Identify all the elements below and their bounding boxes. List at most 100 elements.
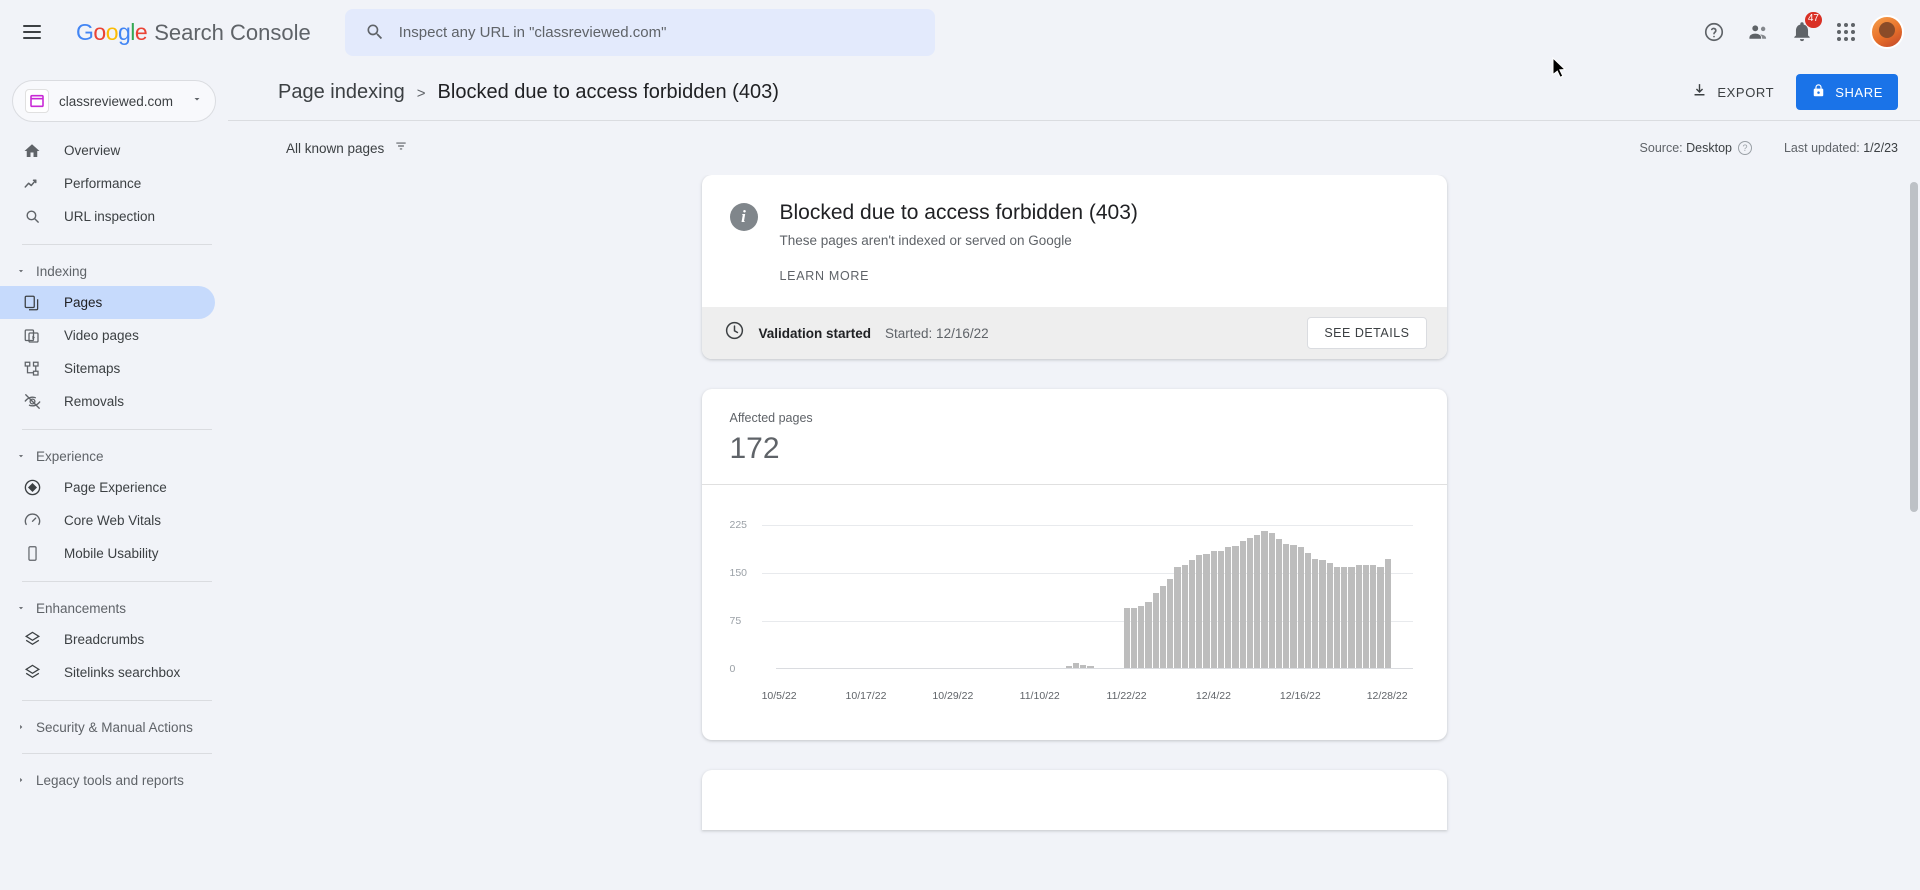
sidebar-item-pages[interactable]: Pages [0, 286, 215, 319]
sidebar-item-performance[interactable]: Performance [0, 167, 215, 200]
sidebar-section-label-enhancements: Enhancements [36, 600, 127, 616]
sidebar-label-sitelinks-searchbox: Sitelinks searchbox [64, 665, 181, 680]
caret-down-icon [14, 266, 28, 276]
chart-bar [1377, 566, 1384, 669]
chart-bar [1254, 534, 1261, 669]
known-pages-filter[interactable]: All known pages [278, 133, 416, 164]
last-updated: Last updated: 1/2/23 [1784, 141, 1898, 155]
top-app-bar: Google Search Console Inspect any URL in… [0, 0, 1920, 64]
sidebar-item-mobile-usability[interactable]: Mobile Usability [0, 537, 215, 570]
source-value: Desktop [1686, 141, 1732, 155]
sidebar-section-security-manual-actions[interactable]: Security & Manual Actions [0, 712, 228, 742]
sidebar-label-mobile-usability: Mobile Usability [64, 546, 159, 561]
hamburger-menu-button[interactable] [8, 8, 56, 56]
chart-bar [1370, 565, 1377, 669]
breadcrumb-separator: > [416, 84, 426, 102]
breadcrumb-parent[interactable]: Page indexing [278, 81, 405, 104]
chart-y-tick: 150 [729, 567, 748, 579]
export-button[interactable]: EXPORT [1679, 74, 1786, 110]
sidebar-item-sitelinks-searchbox[interactable]: Sitelinks searchbox [0, 656, 215, 689]
sidebar-item-video-pages[interactable]: Video pages [0, 319, 215, 352]
validation-status: Validation started Started: 12/16/22 [724, 320, 989, 346]
main-content: Page indexing > Blocked due to access fo… [228, 64, 1920, 890]
validation-title: Validation started [758, 325, 872, 341]
page-header: Page indexing > Blocked due to access fo… [228, 64, 1920, 120]
sidebar-divider [22, 581, 212, 582]
sidebar-item-removals[interactable]: Removals [0, 385, 215, 418]
share-button[interactable]: SHARE [1796, 74, 1898, 110]
learn-more-link[interactable]: LEARN MORE [780, 269, 870, 283]
brand-logo[interactable]: Google Search Console [76, 19, 311, 46]
validation-started-date: Started: 12/16/22 [885, 325, 989, 341]
chart-bar [1138, 606, 1145, 669]
sidebar-section-enhancements[interactable]: Enhancements [0, 593, 228, 623]
sidebar-item-url-inspection[interactable]: URL inspection [0, 200, 215, 233]
chart-bar [1232, 546, 1239, 669]
header-actions: EXPORT SHARE [1679, 74, 1898, 110]
chart-bar [1188, 560, 1195, 669]
chart-x-tick: 11/10/22 [1019, 690, 1060, 702]
appbar-actions: 47 [1694, 12, 1920, 52]
help-button[interactable] [1694, 12, 1734, 52]
notifications-button[interactable]: 47 [1782, 12, 1822, 52]
sidebar-item-breadcrumbs[interactable]: Breadcrumbs [0, 623, 215, 656]
download-icon [1691, 82, 1708, 102]
see-details-button[interactable]: SEE DETAILS [1307, 317, 1427, 349]
info-circle-icon: i [729, 203, 758, 231]
chart-x-axis-line [775, 668, 1413, 669]
chart-bar [1203, 553, 1210, 669]
status-card-body: i Blocked due to access forbidden (403) … [702, 175, 1447, 307]
help-circle-icon[interactable]: ? [1737, 141, 1752, 155]
chart-x-tick: 11/22/22 [1106, 690, 1147, 702]
lock-icon [1811, 83, 1826, 101]
logo-letter-g2: g [117, 18, 131, 45]
sidebar-label-overview: Overview [64, 143, 121, 158]
sidebar-section-experience[interactable]: Experience [0, 441, 228, 471]
logo-letter-o2: o [105, 18, 119, 45]
search-input[interactable] [398, 23, 899, 41]
chart-bar [1152, 593, 1159, 669]
logo-letter-g: G [76, 18, 94, 45]
status-card-text: Blocked due to access forbidden (403) Th… [780, 201, 1138, 285]
chart-bar [1261, 531, 1268, 669]
chart-x-tick: 12/28/22 [1366, 690, 1408, 702]
accounts-switch-button[interactable] [1738, 12, 1778, 52]
google-apps-button[interactable] [1826, 12, 1866, 52]
url-inspection-search-box[interactable] [344, 8, 935, 56]
sidebar-item-page-experience[interactable]: Page Experience [0, 471, 215, 504]
affected-pages-bar-chart[interactable]: 0 75 150 225 [730, 509, 1419, 684]
sidebar-item-core-web-vitals[interactable]: Core Web Vitals [0, 504, 215, 537]
sidebar-item-sitemaps[interactable]: Sitemaps [0, 352, 215, 385]
google-logo: Google [76, 18, 148, 46]
vertical-scrollbar[interactable] [1910, 182, 1918, 512]
chart-bar [1275, 539, 1282, 669]
trending-up-icon [22, 174, 42, 194]
chart-bar [1246, 537, 1253, 669]
chart-bar [1326, 563, 1333, 669]
filter-label: All known pages [286, 140, 385, 156]
sidebar-section-label-legacy: Legacy tools and reports [36, 772, 184, 788]
chart-bar [1341, 566, 1348, 669]
sidebar-item-overview[interactable]: Overview [0, 134, 215, 167]
sidebar-label-video-pages: Video pages [64, 328, 139, 343]
chart-y-tick: 225 [729, 519, 748, 531]
sidebar-label-core-web-vitals: Core Web Vitals [64, 513, 162, 528]
avatar-face [1879, 21, 1895, 38]
source-prefix: Source: [1639, 141, 1683, 155]
chart-x-tick: 12/16/22 [1279, 690, 1321, 702]
chart-x-tick: 10/29/22 [932, 690, 974, 702]
google-apps-grid-icon [1837, 23, 1855, 41]
chart-bar [1297, 547, 1304, 669]
chart-x-tick: 10/5/22 [761, 690, 797, 702]
sidebar-section-indexing[interactable]: Indexing [0, 256, 228, 286]
status-card-title: Blocked due to access forbidden (403) [779, 201, 1138, 224]
avatar[interactable] [1870, 15, 1904, 49]
chart-bar [1268, 532, 1275, 669]
sidebar-label-pages: Pages [64, 295, 103, 310]
notification-badge: 47 [1804, 12, 1822, 28]
chart-bars [776, 509, 1413, 669]
caret-right-icon [14, 775, 28, 785]
mobile-device-icon [22, 544, 42, 564]
property-selector[interactable]: classreviewed.com [12, 80, 216, 122]
sidebar-section-legacy-tools[interactable]: Legacy tools and reports [0, 765, 228, 795]
